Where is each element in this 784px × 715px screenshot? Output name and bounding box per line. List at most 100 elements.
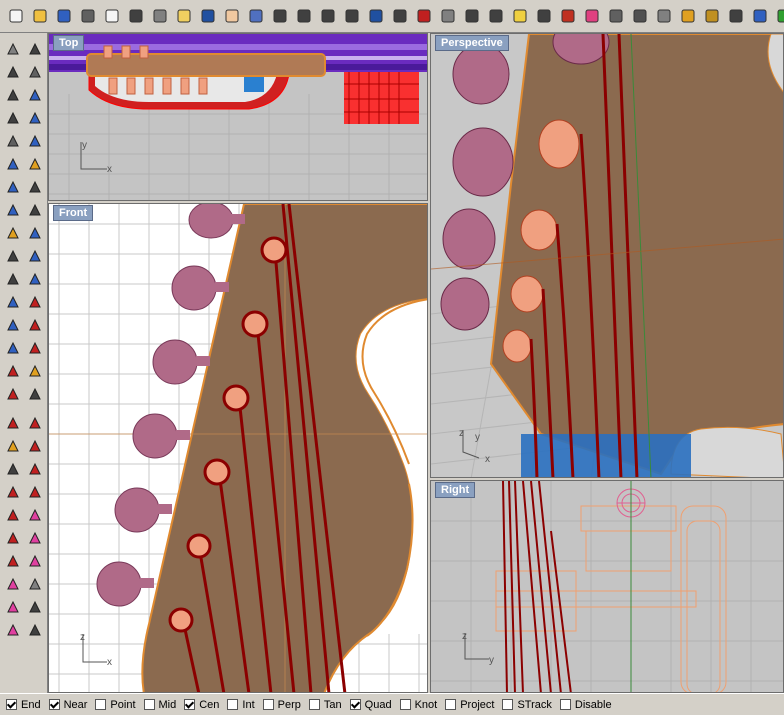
tool-button-2-8-icon[interactable]: [24, 198, 46, 221]
tool-button-2-23-icon[interactable]: [24, 549, 46, 572]
car-render-icon[interactable]: [412, 5, 435, 28]
tool-button-1-10-icon[interactable]: [2, 244, 24, 267]
right-viewport-title[interactable]: Right: [435, 482, 476, 498]
tool-button-1-14-icon[interactable]: [2, 336, 24, 359]
undo-icon[interactable]: [196, 5, 219, 28]
help-icon[interactable]: [748, 5, 771, 28]
osnap-quad[interactable]: Quad: [349, 699, 392, 711]
osnap-perp[interactable]: Perp: [262, 699, 301, 711]
top-viewport[interactable]: Top y x: [48, 33, 428, 201]
tool-button-1-5-icon[interactable]: [2, 129, 24, 152]
save-icon[interactable]: [52, 5, 75, 28]
shield-icon[interactable]: [556, 5, 579, 28]
sphere-wireframe-icon[interactable]: [604, 5, 627, 28]
osnap-perp-checkbox[interactable]: [262, 699, 274, 710]
osnap-end-checkbox[interactable]: [6, 699, 17, 710]
rotate-view-icon[interactable]: [244, 5, 267, 28]
print-icon[interactable]: [76, 5, 99, 28]
perspective-viewport[interactable]: Perspective z y x: [430, 33, 784, 478]
osnap-knot[interactable]: Knot: [399, 699, 437, 711]
tool-button-1-3-icon[interactable]: [2, 83, 24, 106]
perspective-viewport-canvas[interactable]: z y x: [431, 34, 784, 478]
osnap-cen[interactable]: Cen: [184, 699, 219, 711]
osnap-tan-checkbox[interactable]: [308, 699, 320, 710]
tool-button-1-19-icon[interactable]: [2, 457, 24, 480]
lock-icon[interactable]: [532, 5, 555, 28]
osnap-disable-checkbox[interactable]: [559, 699, 571, 710]
tool-button-2-16-icon[interactable]: [24, 382, 46, 405]
tool-button-1-24-icon[interactable]: [2, 572, 24, 595]
tool-button-2-1-icon[interactable]: [24, 37, 46, 60]
tool-button-2-19-icon[interactable]: [24, 457, 46, 480]
tool-button-2-26-icon[interactable]: [24, 618, 46, 641]
tool-button-1-12-icon[interactable]: [2, 290, 24, 313]
lightbulb-icon[interactable]: [508, 5, 531, 28]
tool-button-1-23-icon[interactable]: [2, 549, 24, 572]
pan-hand-icon[interactable]: [220, 5, 243, 28]
right-viewport-canvas[interactable]: z y: [431, 481, 784, 693]
front-viewport-title[interactable]: Front: [53, 205, 94, 221]
front-viewport[interactable]: Front z x: [48, 203, 428, 693]
osnap-strack[interactable]: STrack: [502, 699, 552, 711]
osnap-project[interactable]: Project: [445, 699, 494, 711]
osnap-near-checkbox[interactable]: [48, 699, 60, 710]
osnap-cen-checkbox[interactable]: [184, 699, 196, 710]
tool-button-1-17-icon[interactable]: [2, 411, 24, 434]
tool-button-2-7-icon[interactable]: [24, 175, 46, 198]
tool-button-1-9-icon[interactable]: [2, 221, 24, 244]
osnap-near[interactable]: Near: [48, 699, 87, 711]
tool-button-2-22-icon[interactable]: [24, 526, 46, 549]
tool-button-1-16-icon[interactable]: [2, 382, 24, 405]
tool-button-1-6-icon[interactable]: [2, 152, 24, 175]
tool-button-2-11-icon[interactable]: [24, 267, 46, 290]
tool-button-2-10-icon[interactable]: [24, 244, 46, 267]
flag-icon[interactable]: [676, 5, 699, 28]
osnap-int[interactable]: Int: [227, 699, 255, 711]
tool-button-1-21-icon[interactable]: [2, 503, 24, 526]
top-viewport-canvas[interactable]: y x: [49, 34, 428, 201]
color-wheel-icon[interactable]: [580, 5, 603, 28]
tool-button-1-18-icon[interactable]: [2, 434, 24, 457]
undo-view-icon[interactable]: [364, 5, 387, 28]
sphere-shaded-icon[interactable]: [628, 5, 651, 28]
osnap-knot-checkbox[interactable]: [399, 699, 411, 710]
tool-button-1-26-icon[interactable]: [2, 618, 24, 641]
paste-icon[interactable]: [172, 5, 195, 28]
zoom-icon[interactable]: [268, 5, 291, 28]
tool-button-1-4-icon[interactable]: [2, 106, 24, 129]
osnap-point-checkbox[interactable]: [95, 699, 107, 710]
tool-button-1-20-icon[interactable]: [2, 480, 24, 503]
tool-button-2-14-icon[interactable]: [24, 336, 46, 359]
sphere-rendered-icon[interactable]: [652, 5, 675, 28]
cut-icon[interactable]: [124, 5, 147, 28]
options-icon[interactable]: [724, 5, 747, 28]
tool-button-1-8-icon[interactable]: [2, 198, 24, 221]
import-icon[interactable]: [100, 5, 123, 28]
tool-button-2-17-icon[interactable]: [24, 411, 46, 434]
osnap-tan[interactable]: Tan: [308, 699, 342, 711]
osnap-end[interactable]: End: [6, 699, 41, 711]
tool-button-2-2-icon[interactable]: [24, 60, 46, 83]
tool-button-1-15-icon[interactable]: [2, 359, 24, 382]
osnap-int-checkbox[interactable]: [227, 699, 239, 710]
tool-button-2-15-icon[interactable]: [24, 359, 46, 382]
open-folder-icon[interactable]: [28, 5, 51, 28]
perspective-viewport-title[interactable]: Perspective: [435, 35, 509, 51]
zoom-extents-icon[interactable]: [316, 5, 339, 28]
new-file-icon[interactable]: [4, 5, 27, 28]
tool-button-2-21-icon[interactable]: [24, 503, 46, 526]
point-icon[interactable]: [484, 5, 507, 28]
edit-icon[interactable]: [772, 5, 784, 28]
osnap-strack-checkbox[interactable]: [502, 699, 514, 710]
tool-button-1-1-icon[interactable]: [2, 37, 24, 60]
copy-icon[interactable]: [148, 5, 171, 28]
tool-button-2-18-icon[interactable]: [24, 434, 46, 457]
tool-button-1-2-icon[interactable]: [2, 60, 24, 83]
right-viewport[interactable]: Right z y: [430, 480, 784, 693]
grid-icon[interactable]: [436, 5, 459, 28]
osnap-disable[interactable]: Disable: [559, 699, 612, 711]
tool-button-1-22-icon[interactable]: [2, 526, 24, 549]
osnap-quad-checkbox[interactable]: [349, 699, 361, 710]
tool-button-2-6-icon[interactable]: [24, 152, 46, 175]
tool-button-2-20-icon[interactable]: [24, 480, 46, 503]
